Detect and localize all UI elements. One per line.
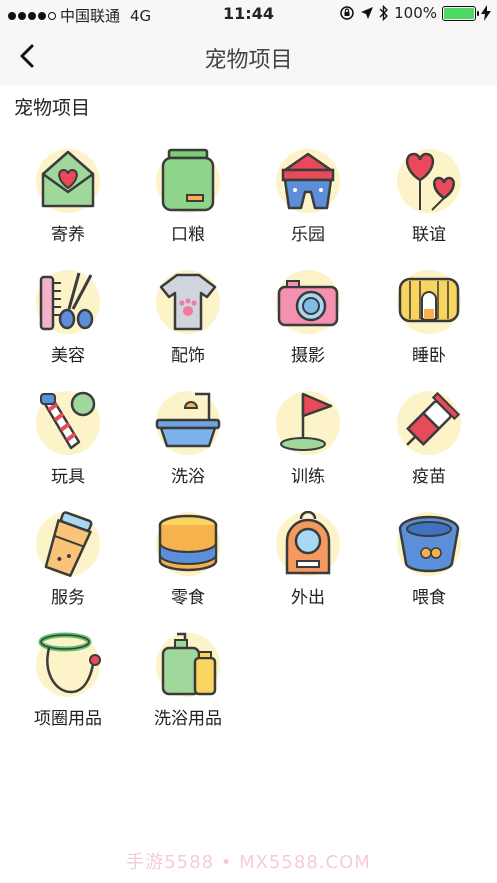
service-item-collar[interactable]: 项圈用品: [13, 632, 123, 732]
syringe-icon: [397, 391, 461, 455]
service-item-food[interactable]: 口粮: [133, 148, 243, 248]
food-bag-icon: [156, 148, 220, 213]
rotation-lock-icon: [340, 6, 354, 20]
service-label: 摄影: [291, 346, 325, 366]
service-label: 喂食: [412, 588, 446, 608]
service-label: 美容: [51, 346, 85, 366]
service-item-outing[interactable]: 外出: [253, 511, 363, 611]
service-label: 睡卧: [412, 346, 446, 366]
service-item-training[interactable]: 训练: [253, 390, 363, 490]
service-item-vaccine[interactable]: 疫苗: [374, 390, 484, 490]
bone-ball-icon: [36, 391, 100, 455]
battery-percent: 100%: [394, 4, 437, 22]
camera-icon: [276, 270, 340, 334]
service-label: 洗浴: [171, 467, 205, 487]
shampoo-bottles-icon: [156, 632, 220, 697]
service-label: 洗浴用品: [154, 709, 222, 729]
service-label: 项圈用品: [34, 709, 102, 729]
charging-icon: [481, 5, 491, 21]
service-item-park[interactable]: 乐园: [253, 148, 363, 248]
service-label: 联谊: [412, 225, 446, 245]
navigation-bar: 宠物项目: [0, 28, 497, 85]
service-label: 服务: [51, 588, 85, 608]
service-item-snacks[interactable]: 零食: [133, 511, 243, 611]
battery-icon: [442, 5, 479, 21]
service-item-toys[interactable]: 玩具: [13, 390, 123, 490]
location-arrow-icon: [361, 7, 374, 19]
drink-cup-icon: [36, 511, 100, 577]
heart-balloons-icon: [397, 149, 461, 213]
bathtub-icon: [155, 391, 221, 455]
service-item-accessories[interactable]: 配饰: [133, 269, 243, 369]
service-label: 口粮: [171, 225, 205, 245]
service-label: 疫苗: [412, 467, 446, 487]
service-label: 配饰: [171, 346, 205, 366]
service-item-boarding[interactable]: 寄养: [13, 148, 123, 248]
service-item-grooming[interactable]: 美容: [13, 269, 123, 369]
service-label: 玩具: [51, 467, 85, 487]
service-item-service[interactable]: 服务: [13, 511, 123, 611]
status-bar: 中国联通 4G 11:44 100%: [0, 0, 497, 28]
carousel-icon: [276, 149, 340, 213]
service-item-bath-supplies[interactable]: 洗浴用品: [133, 632, 243, 732]
pet-bed-icon: [397, 270, 461, 334]
service-item-photography[interactable]: 摄影: [253, 269, 363, 369]
service-label: 训练: [291, 467, 325, 487]
service-item-feeding[interactable]: 喂食: [374, 511, 484, 611]
service-item-social[interactable]: 联谊: [374, 148, 484, 248]
comb-scissors-icon: [36, 270, 100, 334]
bluetooth-icon: [379, 5, 389, 21]
status-icons: 100%: [339, 4, 491, 22]
pet-carrier-icon: [276, 511, 340, 576]
training-flag-icon: [276, 391, 340, 455]
service-label: 外出: [291, 588, 325, 608]
food-bowl-icon: [397, 512, 461, 576]
section-title: 宠物项目: [14, 97, 91, 119]
snack-can-icon: [156, 512, 220, 576]
service-label: 寄养: [51, 225, 85, 245]
page-title: 宠物项目: [204, 48, 293, 73]
service-label: 零食: [171, 588, 205, 608]
house-heart-icon: [36, 149, 100, 213]
watermark: 手游5588 • MX5588.COM: [126, 852, 371, 873]
service-item-bathing[interactable]: 洗浴: [133, 390, 243, 490]
collar-leash-icon: [36, 632, 101, 697]
service-item-sleeping[interactable]: 睡卧: [374, 269, 484, 369]
service-label: 乐园: [291, 225, 325, 245]
paw-shirt-icon: [156, 270, 220, 334]
